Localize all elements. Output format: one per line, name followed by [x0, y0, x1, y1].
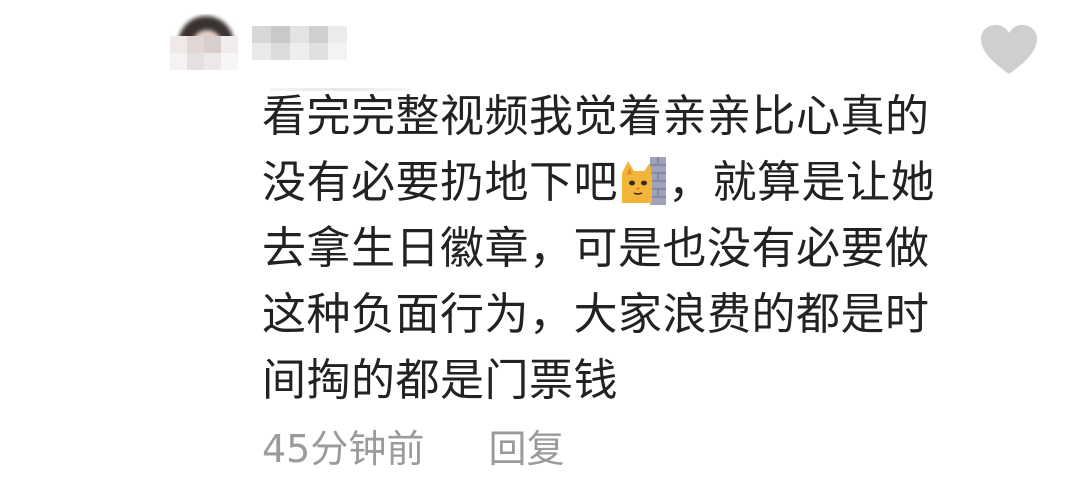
- comment-line: 没有必要扔地下吧 ，就算是让她: [262, 157, 935, 208]
- comment-line: 间掏的都是门票钱: [262, 355, 618, 406]
- avatar[interactable]: [170, 14, 238, 74]
- comment-item: 看完完整视频我觉着亲亲比心真的 没有必要扔地下吧 ，就算是让她 去拿生日徽章，可…: [0, 0, 1080, 499]
- comment-body: 看完完整视频我觉着亲亲比心真的 没有必要扔地下吧 ，就算是让她 去拿生日徽章，可…: [262, 84, 952, 414]
- timestamp: 45分钟前: [262, 427, 425, 471]
- reply-button[interactable]: 回复: [488, 427, 564, 471]
- comment-footer: 45分钟前 回复: [262, 418, 564, 473]
- heart-icon: [981, 25, 1037, 74]
- username-pixelated[interactable]: [252, 26, 347, 60]
- comment-line: 看完完整视频我觉着亲亲比心真的: [262, 91, 930, 142]
- like-button[interactable]: [980, 24, 1038, 76]
- cat-behind-wall-emoji: [620, 157, 666, 205]
- comment-line: 这种负面行为，大家浪费的都是时: [262, 289, 930, 340]
- comment-line: 去拿生日徽章，可是也没有必要做: [262, 223, 930, 274]
